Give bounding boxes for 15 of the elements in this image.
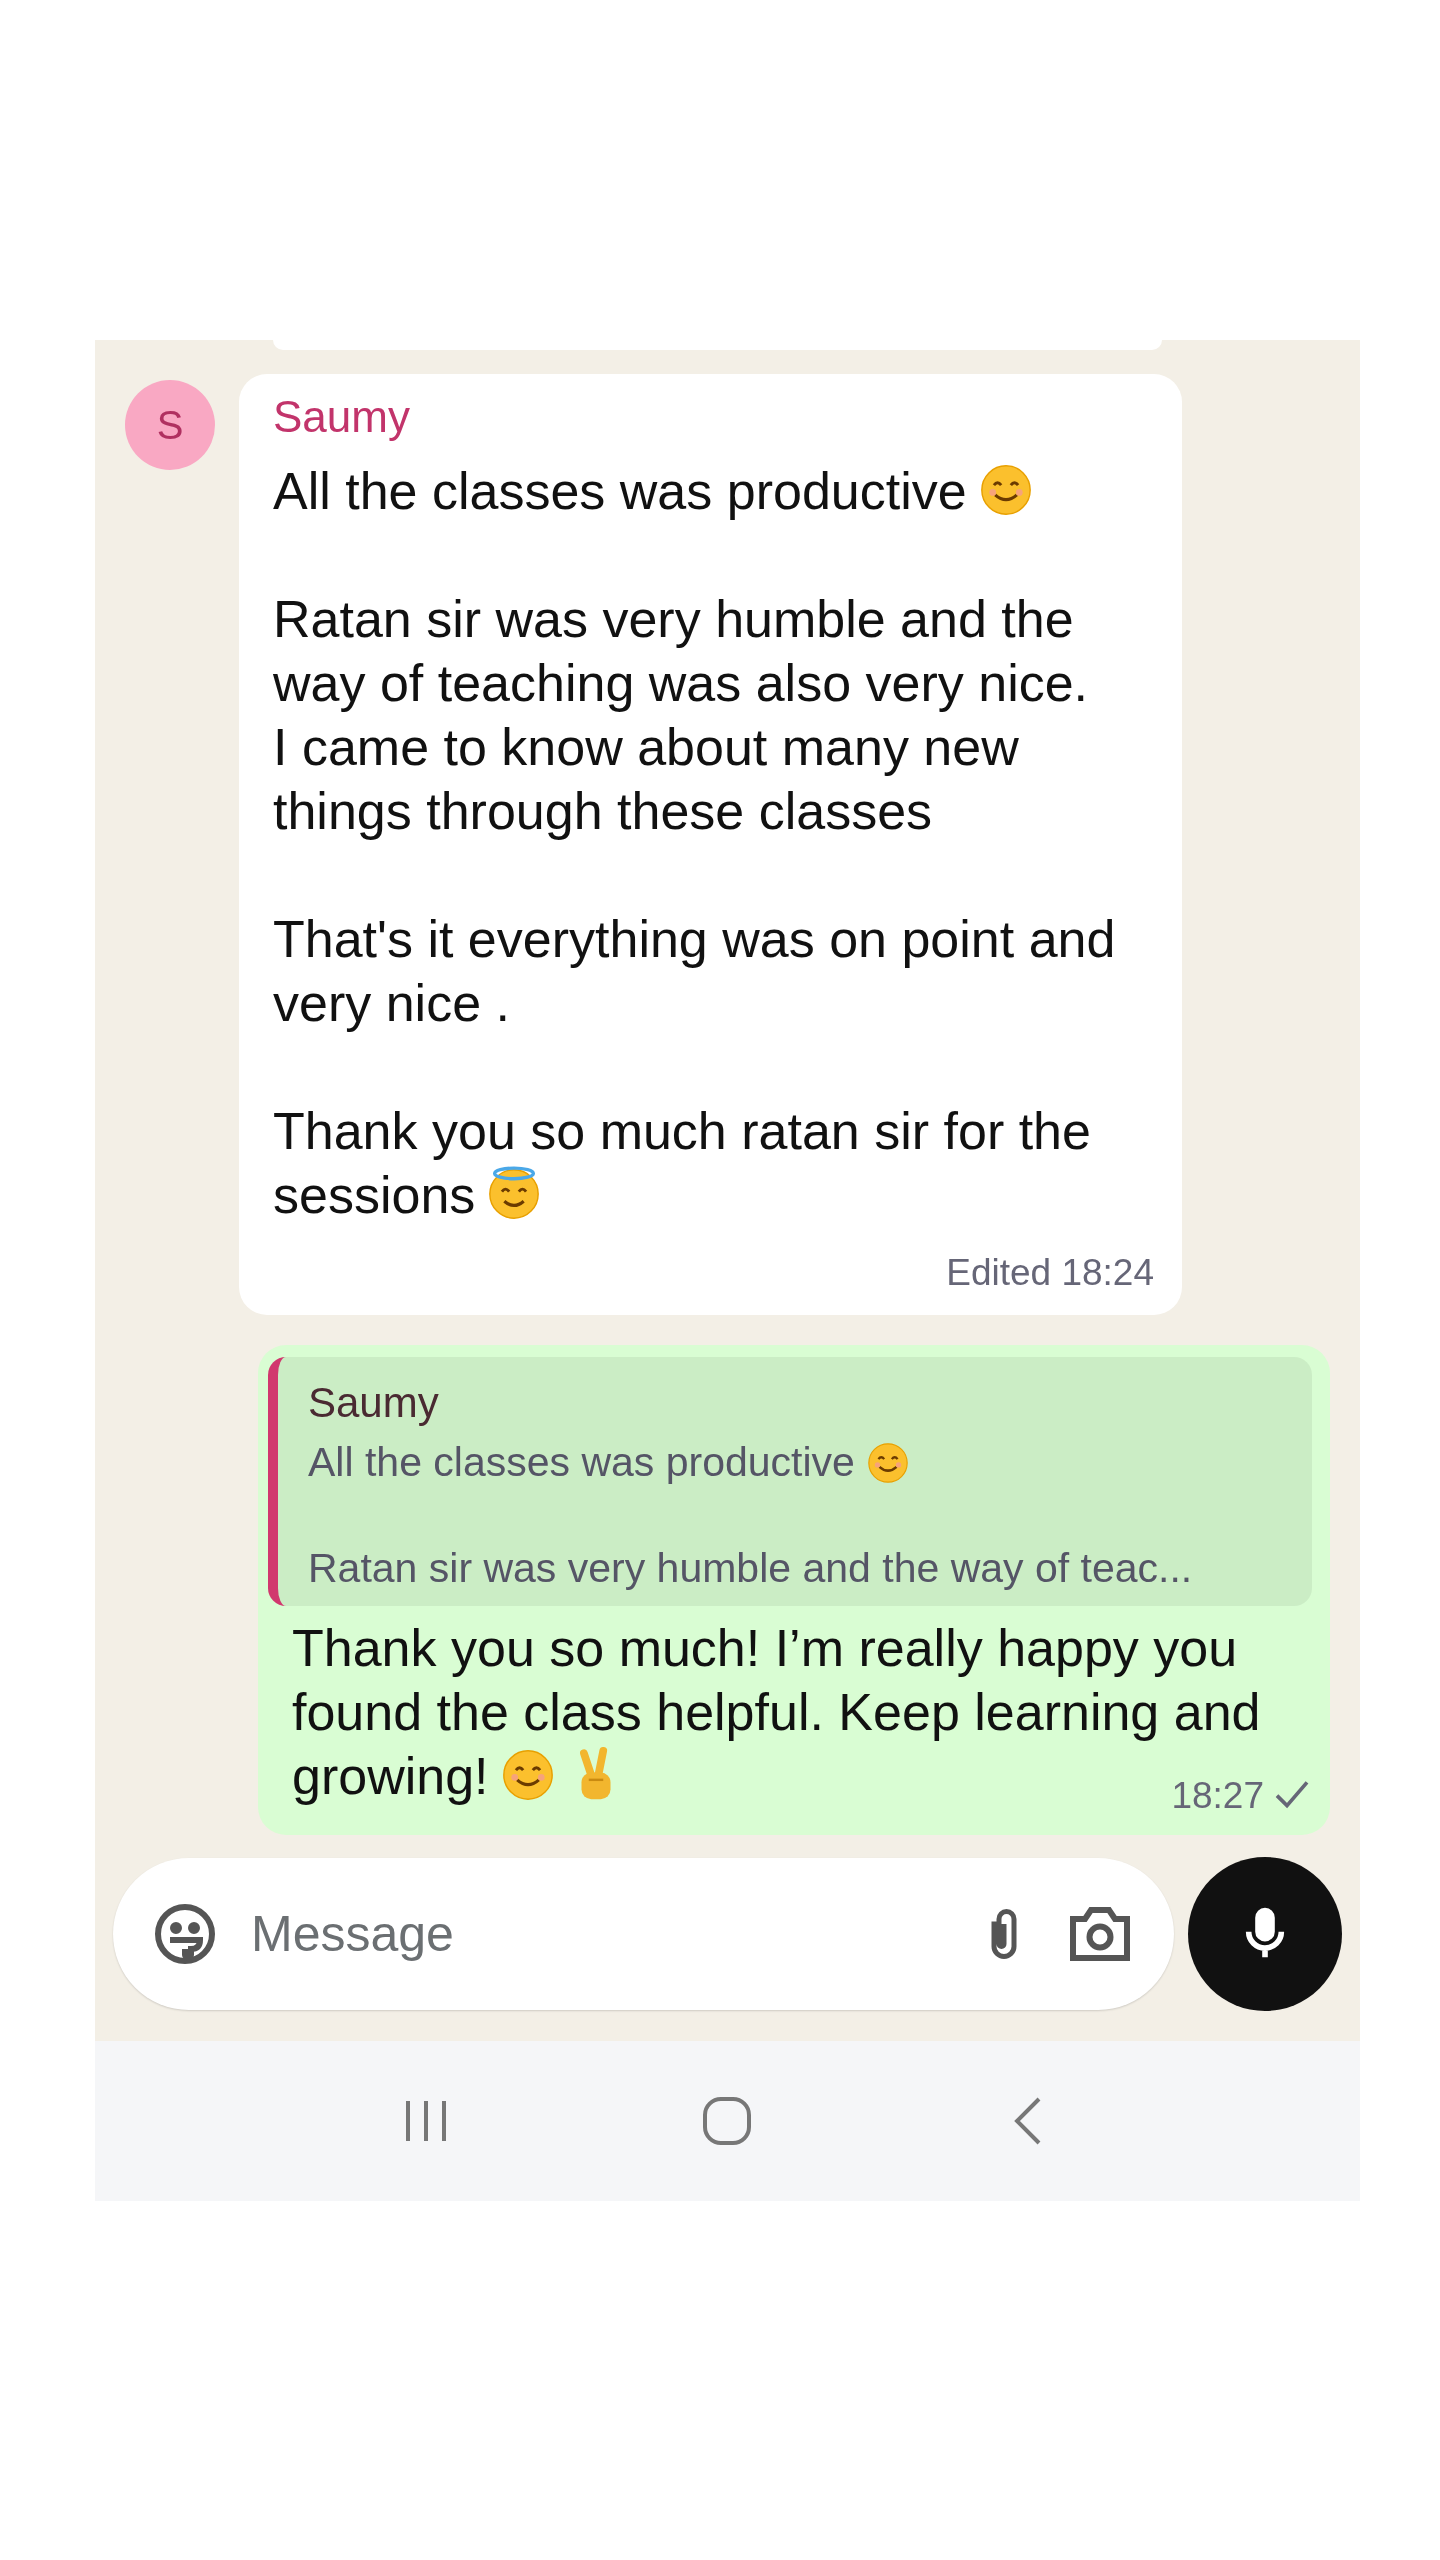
message-time: Edited 18:24 <box>946 1252 1154 1294</box>
message-text: growing! <box>292 1746 489 1805</box>
sender-name: Saumy <box>273 392 410 441</box>
message-text: sessions <box>273 1166 476 1225</box>
message-text: Ratan sir was very humble and the way of teaching was also very nice. I came to know about many new things through these classes <box>273 590 1089 841</box>
quoted-text: All the classes was productive <box>308 1438 855 1485</box>
message-time: 18:27 <box>1171 1774 1264 1816</box>
quoted-message[interactable]: Saumy All the classes was productive Ratan sir was very humble and the way of teac... <box>268 1356 1312 1606</box>
message-text: That's it everything was on point and very nice . <box>273 910 1116 1033</box>
message-field[interactable]: Message <box>113 1858 1174 2011</box>
message-input[interactable]: Message <box>249 1895 946 1973</box>
quoted-sender: Saumy <box>308 1378 439 1426</box>
message-text: All the classes was productive <box>273 462 967 521</box>
quoted-text: Ratan sir was very humble and the way of teac... <box>308 1544 1193 1591</box>
message-text: Thank you so much ratan sir for the <box>273 1101 1092 1163</box>
